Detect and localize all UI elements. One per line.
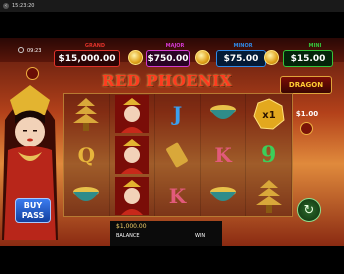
jackpot-grand: $15,000.00 xyxy=(54,50,120,67)
reel-cell: K xyxy=(155,175,201,216)
reel-cell xyxy=(155,134,201,176)
jackpot-major: $750.00 xyxy=(146,50,190,67)
clock-icon xyxy=(18,47,24,53)
balance-panel: $1,000.00 BALANCE WIN xyxy=(110,221,222,246)
spin-button[interactable]: ↻ xyxy=(297,198,321,222)
scroll-icon xyxy=(166,142,189,168)
queen-icon xyxy=(114,176,149,215)
jackpot-minor-label: MINOR xyxy=(233,43,253,49)
jackpot-mini-label: MINI xyxy=(308,43,322,49)
coin-icon xyxy=(195,50,210,65)
bottom-bar xyxy=(0,246,344,274)
jackpot-mini: $15.00 xyxy=(283,50,333,67)
queen-icon xyxy=(114,95,149,134)
reel-cell: 9 xyxy=(246,134,292,176)
reel-cell xyxy=(110,94,156,135)
pagoda-icon xyxy=(255,179,282,213)
game-frame: ‹ 15:23:20 09:23 GRAND $15,000.00 MAJOR … xyxy=(0,0,344,274)
dragon-logo: DRAGON xyxy=(280,76,332,94)
reel-cell: K xyxy=(201,134,247,176)
bowl-icon xyxy=(73,186,100,201)
balance-label: BALANCE xyxy=(116,233,140,239)
reel-cell xyxy=(110,175,156,216)
status-time: 15:23:20 xyxy=(12,3,35,9)
queen-icon xyxy=(114,135,149,174)
jackpot-grand-value: $15,000.00 xyxy=(58,53,116,64)
win-label: WIN xyxy=(195,233,206,239)
pagoda-icon xyxy=(73,98,100,132)
menu-icon[interactable] xyxy=(26,67,39,80)
side-bet-value: $1.00 xyxy=(295,110,319,118)
side-bet-icon[interactable] xyxy=(300,122,313,135)
reel-cell xyxy=(110,134,156,176)
bowl-icon xyxy=(210,186,237,201)
jackpot-major-label: MAJOR xyxy=(165,43,185,49)
spin-icon: ↻ xyxy=(303,202,315,218)
jackpot-minor: $75.00 xyxy=(216,50,266,67)
multiplier-coin-icon: x1 xyxy=(253,98,285,130)
buy-pass-button[interactable]: BUY PASS xyxy=(15,198,51,223)
jackpot-minor-value: $75.00 xyxy=(223,53,259,64)
jackpot-mini-value: $15.00 xyxy=(290,53,326,64)
jackpot-grand-label: GRAND xyxy=(84,43,106,49)
reel-cell xyxy=(64,175,110,216)
back-icon[interactable]: ‹ xyxy=(3,3,9,9)
reel-cell xyxy=(201,94,247,135)
jackpot-major-value: $750.00 xyxy=(147,53,189,64)
game-clock: 09:23 xyxy=(27,48,42,54)
reel-grid: J x1 Q K 9 K xyxy=(63,93,293,217)
multiplier-label: x1 xyxy=(262,110,275,121)
balance-value: $1,000.00 xyxy=(116,223,147,230)
bowl-icon xyxy=(210,105,237,120)
reel-cell xyxy=(201,175,247,216)
status-bar: ‹ 15:23:20 xyxy=(0,0,344,12)
reel-cell: Q xyxy=(64,134,110,176)
reel-cell: J xyxy=(155,94,201,135)
coin-icon xyxy=(128,50,143,65)
reel-cell xyxy=(246,175,292,216)
reel-cell: x1 xyxy=(246,94,292,135)
game-title: RED PHOENIX xyxy=(102,72,232,90)
reel-cell xyxy=(64,94,110,135)
coin-icon xyxy=(264,50,279,65)
